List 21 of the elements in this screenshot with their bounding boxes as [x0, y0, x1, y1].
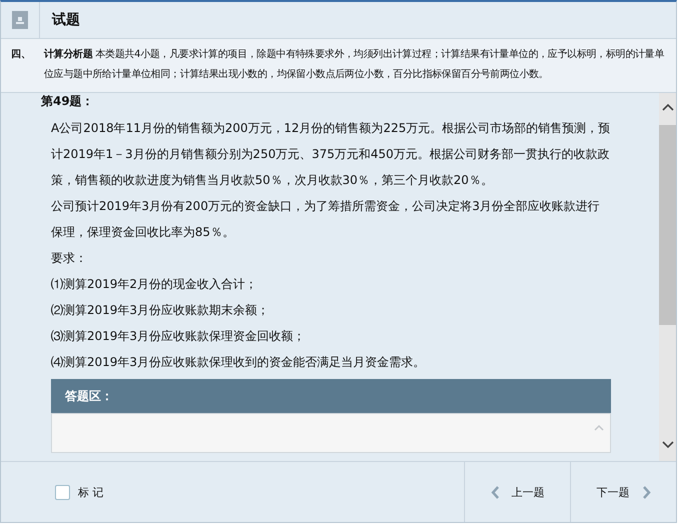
scroll-down-icon[interactable] [662, 441, 674, 449]
scroll-thumb[interactable] [659, 125, 676, 325]
question-text: ⑴测算2019年2月份的现金收入合计； [51, 276, 258, 293]
answer-box[interactable] [51, 413, 611, 453]
question-text: ⑵测算2019年3月份应收账款期末余额； [51, 302, 270, 319]
section-number: 四、 [11, 48, 32, 62]
scroll-up-icon[interactable] [662, 103, 674, 111]
question-text: 要求： [51, 250, 88, 267]
chevron-right-icon [642, 486, 650, 498]
answer-area-header: 答题区： [51, 379, 611, 413]
mark-checkbox[interactable]: 标 记 [55, 484, 104, 500]
chevron-left-icon [490, 486, 500, 498]
question-text: ⑷测算2019年3月份应收账款保理收到的资金能否满足当月资金需求。 [51, 354, 426, 371]
question-number: 第49题： [41, 93, 95, 109]
question-text: 公司预计2019年3月份有200万元的资金缺口，为了筹措所需资金，公司决定将3月份全部应收账款进行保理，保理资金回收比率为85％。 [51, 198, 601, 241]
scrollbar[interactable] [659, 93, 676, 461]
section-instructions: 计算分析题 本类题共4小题，凡要求计算的项目，除题中有特殊要求外，均须列出计算过程；计算结果有计量单位的，应予以标明，标明的计量单位应与题中所给计量单位相同；计算结果出现小数的，均保留小数点后两位小数，百分比指标保留百分号前两位小数。 [44, 48, 666, 82]
page-title: 试题 [50, 11, 80, 30]
question-text: A公司2018年11月份的销售额为200万元，12月份的销售额为225万元。根据公司市场部的销售预测，预计2019年1－3月份的月销售额分别为250万元、375万元和450万元。根据公司财务部一贯执行的收款政策，销售额的收款进度为销售当月收款50％，次月收款30％，第三个月收款20％。 [51, 120, 611, 189]
document-icon [12, 11, 28, 29]
question-text: ⑶测算2019年3月份应收账款保理资金回收额； [51, 328, 306, 345]
